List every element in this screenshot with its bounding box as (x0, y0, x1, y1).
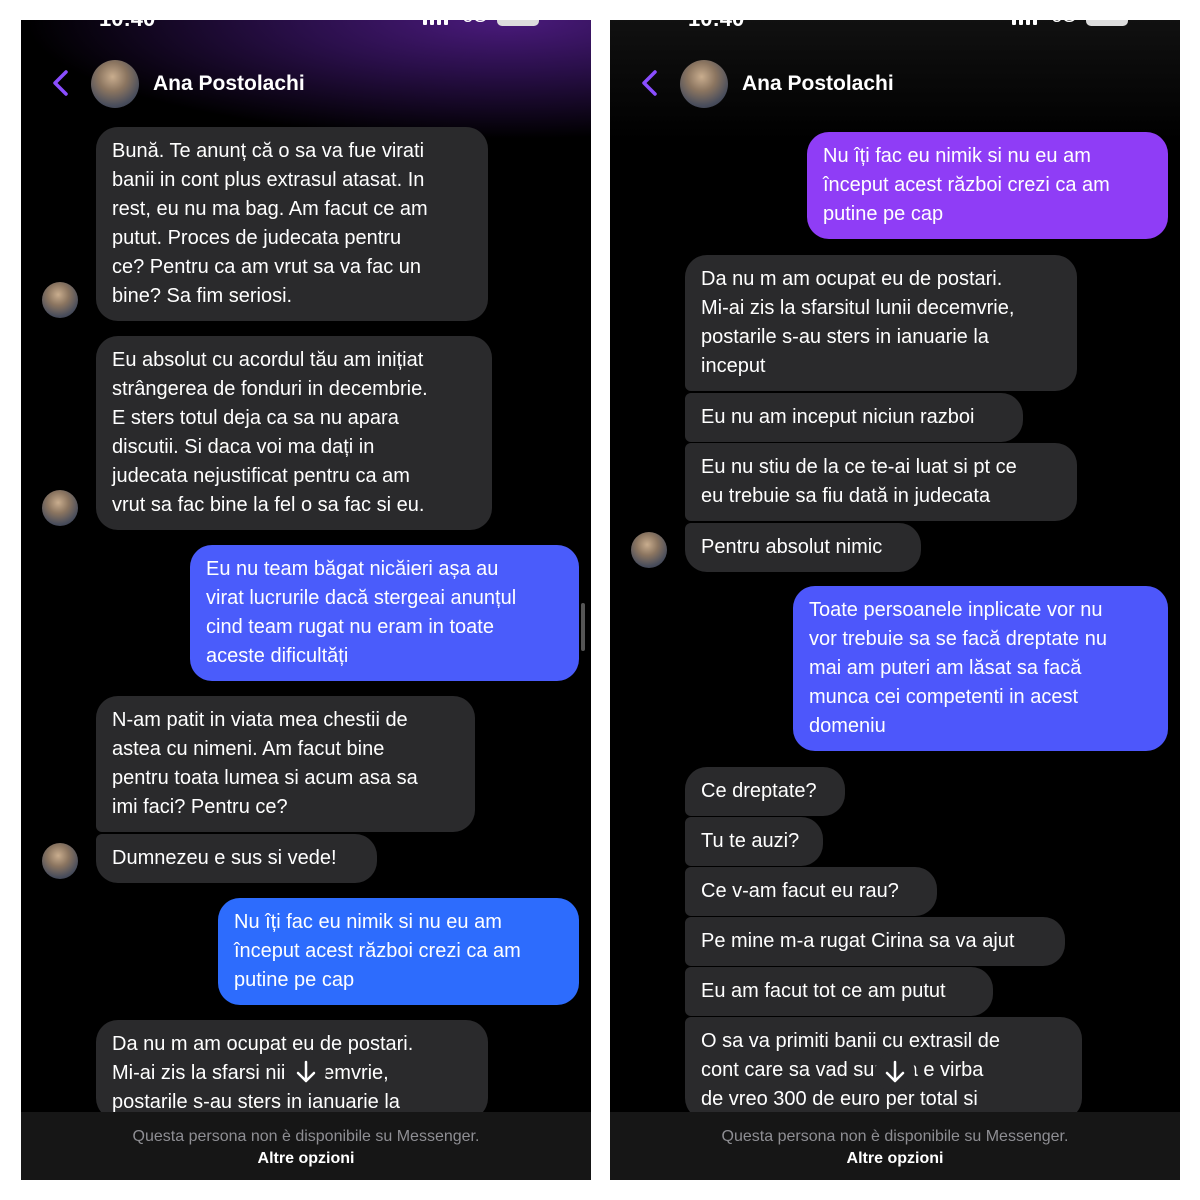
outgoing-message[interactable]: Nu îți fac eu nimik si nu eu am început … (807, 132, 1168, 239)
sender-avatar[interactable] (42, 282, 78, 318)
signal-icon (423, 20, 448, 25)
scrollbar[interactable] (581, 603, 585, 651)
battery-icon: 73 (1086, 20, 1128, 26)
contact-name[interactable]: Ana Postolachi (742, 72, 894, 96)
contact-avatar[interactable] (91, 60, 139, 108)
messenger-footer: Questa persona non è disponibile su Mess… (21, 1112, 591, 1180)
more-options-link[interactable]: Altre opzioni (610, 1150, 1180, 1168)
sender-avatar[interactable] (42, 490, 78, 526)
outgoing-message[interactable]: Toate persoanele inplicate vor nu vor tr… (793, 586, 1168, 751)
network-label: 5G (463, 20, 487, 27)
unavailable-notice: Questa persona non è disponibile su Mess… (132, 1128, 480, 1145)
incoming-message[interactable]: Eu absolut cu acordul tău am inițiat str… (96, 336, 492, 530)
incoming-message[interactable]: Pe mine m-a rugat Cirina sa va ajut (685, 917, 1065, 966)
chat-screen-left: 10:40 5G 73 Ana Postolachi Bună. Te anun… (21, 20, 591, 1180)
incoming-message[interactable]: Eu am facut tot ce am putut (685, 967, 993, 1016)
unavailable-notice: Questa persona non è disponibile su Mess… (721, 1128, 1069, 1145)
battery-icon: 73 (497, 20, 539, 26)
status-time: 10:40 (688, 20, 744, 32)
incoming-message[interactable]: Da nu m am ocupat eu de postari. Mi-ai z… (685, 255, 1077, 391)
incoming-message[interactable]: Ce v-am facut eu rau? (685, 867, 937, 916)
incoming-message[interactable]: Dumnezeu e sus si vede! (96, 834, 377, 883)
status-time: 10:40 (99, 20, 155, 32)
scroll-to-bottom-button[interactable] (286, 1052, 326, 1092)
sender-avatar[interactable] (42, 843, 78, 879)
incoming-message[interactable]: Tu te auzi? (685, 817, 823, 866)
arrow-down-icon (296, 1060, 316, 1083)
incoming-message[interactable]: Pentru absolut nimic (685, 523, 921, 572)
incoming-message[interactable]: Ce dreptate? (685, 767, 845, 816)
sender-avatar[interactable] (631, 532, 667, 568)
outgoing-message[interactable]: Nu îți fac eu nimik si nu eu am început … (218, 898, 579, 1005)
status-bar: 10:40 5G 73 (610, 20, 1180, 36)
signal-icon (1012, 20, 1037, 25)
incoming-message[interactable]: N-am patit in viata mea chestii de astea… (96, 696, 475, 832)
chat-header: Ana Postolachi (610, 60, 1180, 110)
back-chevron-icon[interactable] (47, 68, 77, 98)
contact-name[interactable]: Ana Postolachi (153, 72, 305, 96)
messenger-footer: Questa persona non è disponibile su Mess… (610, 1112, 1180, 1180)
chat-header: Ana Postolachi (21, 60, 591, 110)
outgoing-message[interactable]: Eu nu team băgat nicăieri așa au virat l… (190, 545, 579, 681)
network-label: 5G (1052, 20, 1076, 27)
incoming-message[interactable]: Bună. Te anunț că o sa va fue virati ban… (96, 127, 488, 321)
incoming-message[interactable]: Eu nu stiu de la ce te-ai luat si pt ce … (685, 443, 1077, 521)
more-options-link[interactable]: Altre opzioni (21, 1150, 591, 1168)
back-chevron-icon[interactable] (636, 68, 666, 98)
arrow-down-icon (885, 1060, 905, 1083)
status-bar: 10:40 5G 73 (21, 20, 591, 36)
chat-screen-right: 10:40 5G 73 Ana Postolachi Nu îți fac eu… (610, 20, 1180, 1180)
scroll-to-bottom-button[interactable] (875, 1052, 915, 1092)
contact-avatar[interactable] (680, 60, 728, 108)
incoming-message[interactable]: Eu nu am inceput niciun razboi (685, 393, 1023, 442)
